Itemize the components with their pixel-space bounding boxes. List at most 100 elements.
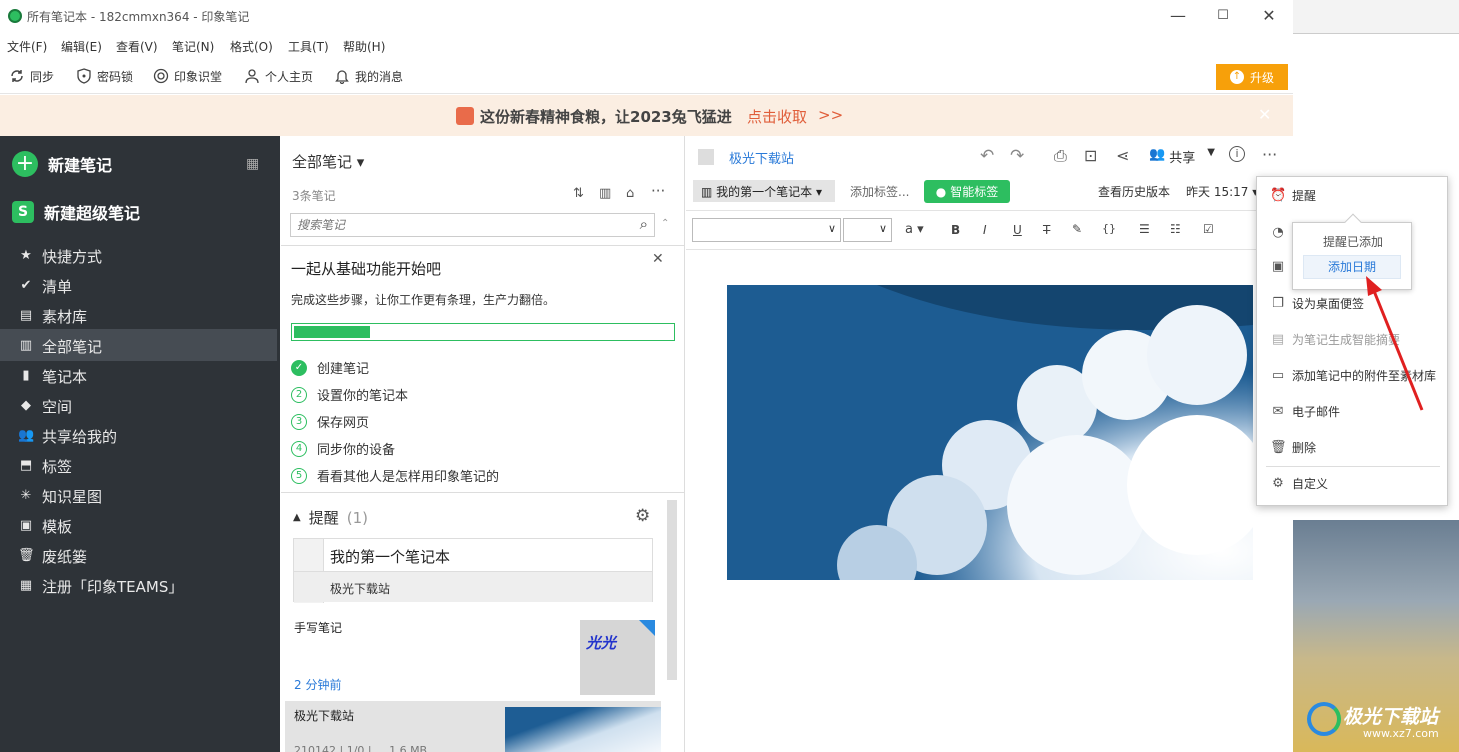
sidebar-item-templates[interactable]: ▣ 模板 (18, 513, 72, 539)
scrollbar[interactable] (667, 500, 677, 680)
sidebar-item-all-notes[interactable]: ▥ 全部笔记 (18, 333, 102, 359)
check-circle-icon: ✔ (20, 278, 32, 293)
menu-note[interactable]: 笔记(N) (172, 38, 214, 55)
note-card-title[interactable]: 手写笔记 (294, 619, 342, 636)
search-icon[interactable]: ⌕ (640, 215, 648, 233)
menu-help[interactable]: 帮助(H) (343, 38, 385, 55)
messages-button[interactable]: 我的消息 (334, 66, 403, 86)
search-input[interactable] (291, 214, 621, 236)
lock-button[interactable]: 密码锁 (76, 66, 133, 86)
menu-item-delete[interactable]: 🗑 删除 (1270, 439, 1316, 456)
numbered-list-icon[interactable]: ☷ (1170, 222, 1181, 236)
menu-format[interactable]: 格式(O) (230, 38, 273, 55)
redo-icon[interactable]: ↷ (1010, 146, 1024, 166)
present-icon[interactable]: ⊡ (1084, 146, 1097, 165)
banner-close-icon[interactable]: ✕ (1258, 105, 1271, 124)
maximize-button[interactable]: ☐ (1208, 4, 1238, 28)
sync-button[interactable]: 同步 (9, 66, 54, 86)
code-icon[interactable]: {} (1102, 222, 1116, 235)
bold-icon[interactable]: B (951, 223, 960, 237)
reminder-header[interactable]: ▲ 提醒 (1) (293, 507, 368, 528)
menu-edit[interactable]: 编辑(E) (61, 38, 102, 55)
guide-step-3[interactable]: 3 保存网页 (291, 412, 369, 431)
guide-step-2[interactable]: 2 设置你的笔记本 (291, 385, 408, 404)
minimize-button[interactable]: — (1163, 4, 1193, 28)
sidebar-item-notebooks[interactable]: ▮ 笔记本 (18, 363, 87, 389)
sort-icon[interactable]: ⇅ (573, 186, 584, 201)
font-color-icon[interactable]: a ▾ (905, 222, 924, 237)
sidebar-item-teams[interactable]: ▦ 注册「印象TEAMS」 (18, 573, 184, 599)
note-list-header[interactable]: 全部笔记 ▾ (292, 151, 364, 172)
class-button[interactable]: 印象识堂 (153, 66, 222, 86)
summary-icon: ▤ (1271, 331, 1285, 347)
people-icon: 👥 (18, 428, 35, 443)
filter-icon[interactable]: ⌂ (626, 186, 634, 201)
share-link-icon[interactable]: ⋖ (1116, 146, 1129, 165)
menu-item-reminder[interactable]: ⏰ 提醒 (1270, 187, 1316, 204)
note-card-selected[interactable]: 极光下载站 210142 | 1/0 | ... 1.6 MB (285, 701, 661, 752)
menu-tools[interactable]: 工具(T) (288, 38, 329, 55)
note-count: 3条笔记 (292, 189, 336, 203)
smart-tag-button[interactable]: ● 智能标签 (924, 180, 1010, 203)
note-title-link[interactable]: 极光下载站 (729, 148, 794, 167)
upgrade-button[interactable]: ↑ 升级 (1216, 64, 1288, 90)
sidebar-item-trash[interactable]: 🗑 废纸篓 (18, 543, 87, 569)
guide-close-icon[interactable]: ✕ (652, 251, 664, 267)
view-icon[interactable]: ▥ (599, 186, 611, 201)
search-box[interactable]: ⌕ (290, 213, 655, 237)
menu-file[interactable]: 文件(F) (7, 38, 47, 55)
bullet-list-icon[interactable]: ☰ (1139, 222, 1150, 236)
add-tag-input[interactable]: 添加标签... (850, 183, 909, 200)
sidebar-item-shortcuts[interactable]: ★ 快捷方式 (18, 243, 102, 269)
undo-icon[interactable]: ↶ (980, 146, 994, 166)
progress-fill (294, 326, 370, 338)
menu-item-email[interactable]: ✉ 电子邮件 (1270, 403, 1340, 420)
menu-item-customize[interactable]: ⚙ 自定义 (1270, 475, 1328, 492)
annotation-arrow (1366, 276, 1424, 411)
sidebar-item-knowledge-map[interactable]: ✳ 知识星图 (18, 483, 102, 509)
strikethrough-icon[interactable]: T (1043, 223, 1050, 237)
promo-banner[interactable]: 这份新春精神食粮，让2023兔飞猛进 点击收取 >> ✕ (0, 95, 1293, 136)
guide-step-5[interactable]: 5 看看其他人是怎样用印象笔记的 (291, 466, 499, 485)
italic-icon[interactable]: I (983, 223, 987, 237)
gift-icon (456, 107, 474, 125)
sidebar-item-shared[interactable]: 👥 共享给我的 (18, 423, 117, 449)
gear-icon[interactable]: ⚙ (635, 506, 650, 526)
guide-step-1[interactable]: ✓ 创建笔记 (291, 358, 369, 377)
underline-icon[interactable]: U (1013, 223, 1022, 237)
font-size-select[interactable]: ∨ (843, 218, 892, 242)
font-family-select[interactable]: ∨ (692, 218, 841, 242)
history-link[interactable]: 查看历史版本 (1098, 183, 1170, 200)
new-super-note-button[interactable]: S 新建超级笔记 (12, 200, 140, 224)
sidebar-item-tags[interactable]: ⬒ 标签 (18, 453, 72, 479)
print-icon[interactable]: ⎙ (1054, 146, 1067, 166)
note-time[interactable]: 昨天 15:17 ▾ (1186, 183, 1258, 200)
highlight-icon[interactable]: ✎ (1072, 222, 1082, 236)
share-button[interactable]: 👥 共享 ▼ (1149, 147, 1215, 166)
sidebar-item-spaces[interactable]: ◆ 空间 (18, 393, 72, 419)
watermark-text: 极光下载站 (1343, 706, 1439, 728)
sidebar-item-materials[interactable]: ▤ 素材库 (18, 303, 87, 329)
sidebar-item-checklist[interactable]: ✔ 清单 (18, 273, 72, 299)
star-icon: ★ (20, 248, 32, 263)
reminder-row[interactable]: 极光下载站 (294, 571, 652, 602)
menu-item-hidden-1[interactable]: ◔ (1270, 225, 1286, 241)
guide-step-4[interactable]: 4 同步你的设备 (291, 439, 395, 458)
profile-button[interactable]: 个人主页 (244, 66, 313, 86)
banner-cta-link[interactable]: 点击收取 (747, 106, 807, 127)
notebook-selector[interactable]: ▥ 我的第一个笔记本 ▾ (693, 180, 835, 202)
new-note-button[interactable]: + 新建笔记 (12, 151, 112, 177)
more-icon[interactable]: ··· (651, 182, 665, 200)
info-icon[interactable]: i (1229, 146, 1245, 162)
menu-view[interactable]: 查看(V) (116, 38, 158, 55)
close-button[interactable]: ✕ (1254, 4, 1284, 28)
more-icon[interactable]: ··· (1262, 145, 1277, 164)
reminder-table: 我的第一个笔记本 极光下载站 (293, 538, 653, 603)
menu-item-desktop-sticky[interactable]: ❐ 设为桌面便签 (1270, 295, 1364, 312)
grid-icon[interactable]: ▦ (246, 156, 259, 172)
menu-item-hidden-2[interactable]: ▣ (1270, 259, 1286, 275)
checkbox-icon[interactable]: ☑ (1203, 222, 1214, 236)
toolbar: 同步 密码锁 印象识堂 个人主页 我的消息 (0, 58, 1293, 94)
collapse-icon[interactable]: ⌃ (661, 218, 669, 229)
cube-icon: ◆ (21, 398, 31, 413)
